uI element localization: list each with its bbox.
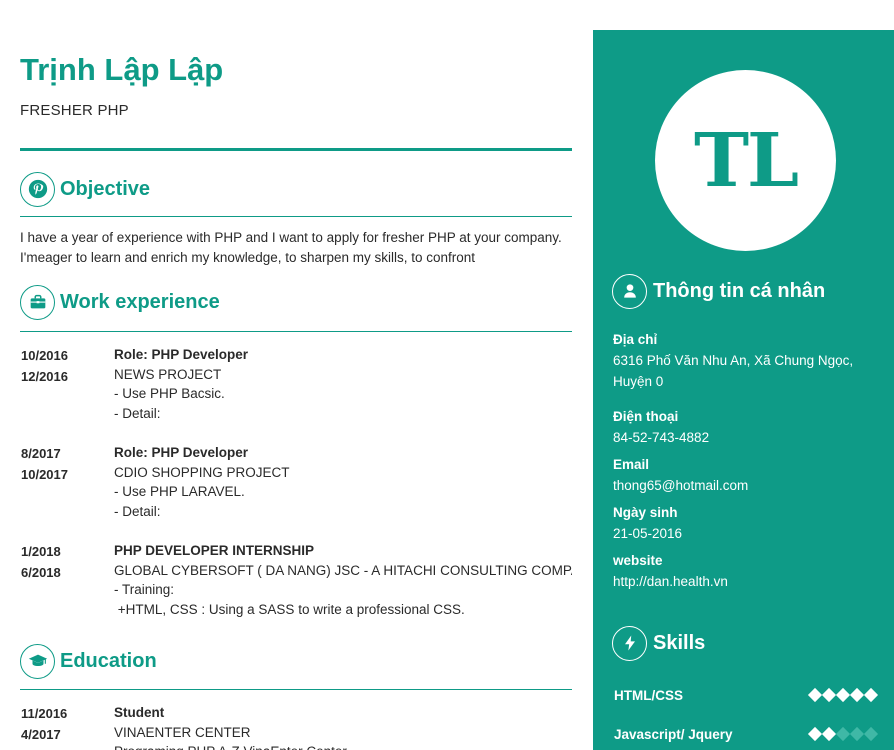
- address-block: Địa chỉ 6316 Phố Văn Nhu An, Xã Chung Ng…: [613, 330, 878, 392]
- entry-role: Student: [114, 705, 165, 720]
- work-title: Work experience: [60, 290, 220, 313]
- main-column: Trịnh Lập Lập FRESHER PHP Objective I ha…: [20, 0, 572, 750]
- education-entry-details: Student VINAENTER CENTER Programing PHP …: [114, 703, 572, 750]
- work-heading: Work experience: [20, 284, 220, 320]
- personal-info-title: Thông tin cá nhân: [653, 279, 826, 302]
- birthday-value: 21-05-2016: [613, 526, 683, 541]
- end-date: 10/2017: [21, 467, 68, 482]
- sidebar: TL Thông tin cá nhân Địa chỉ 6316 Phố Vă…: [593, 30, 894, 750]
- entry-school: VINAENTER CENTER: [114, 724, 251, 740]
- skill-row: Javascript/ Jquery: [614, 724, 879, 744]
- work-entry: 10/2016 12/2016 Role: PHP Developer NEWS…: [20, 345, 572, 429]
- graduation-cap-icon: [20, 643, 55, 679]
- skill-diamond-empty: [849, 726, 865, 742]
- pinterest-icon: [20, 171, 55, 207]
- skill-diamond-filled: [863, 687, 879, 703]
- entry-role: Role: PHP Developer: [114, 347, 249, 362]
- start-date: 11/2016: [21, 706, 68, 721]
- phone-label: Điện thoại: [613, 409, 679, 424]
- education-title: Education: [60, 649, 157, 672]
- entry-line: Programing PHP A-Z VinaEnter Center: [114, 742, 572, 750]
- email-value: thong65@hotmail.com: [613, 478, 749, 493]
- objective-heading: Objective: [20, 171, 150, 207]
- email-block: Email thong65@hotmail.com: [613, 455, 878, 496]
- skill-diamond-filled: [807, 687, 823, 703]
- start-date: 1/2018: [21, 544, 61, 559]
- skill-level: [807, 726, 879, 742]
- avatar-initials: TL: [693, 117, 799, 204]
- skill-name: Javascript/ Jquery: [614, 726, 733, 742]
- entry-line: - Use PHP LARAVEL.: [114, 484, 245, 499]
- entry-role: Role: PHP Developer: [114, 445, 249, 460]
- entry-line: - Detail:: [114, 405, 161, 421]
- skills-heading: Skills: [612, 625, 705, 661]
- work-entry-details: Role: PHP Developer CDIO SHOPPING PROJEC…: [114, 443, 572, 521]
- entry-role: PHP DEVELOPER INTERNSHIP: [114, 543, 315, 558]
- education-divider: [20, 689, 572, 690]
- phone-value: 84-52-743-4882: [613, 430, 710, 445]
- candidate-name: Trịnh Lập Lập: [20, 52, 224, 87]
- work-entry: 1/2018 6/2018 PHP DEVELOPER INTERNSHIP G…: [20, 541, 572, 625]
- entry-line: +HTML, CSS : Using a SASS to write a pro…: [114, 601, 465, 617]
- lightning-icon: [612, 625, 647, 661]
- work-entry-details: PHP DEVELOPER INTERNSHIP GLOBAL CYBERSOF…: [114, 541, 572, 619]
- skill-diamond-filled: [821, 726, 837, 742]
- address-line: Huyện 0: [613, 374, 664, 389]
- work-entry-details: Role: PHP Developer NEWS PROJECT - Use P…: [114, 345, 572, 423]
- objective-text: I have a year of experience with PHP and…: [20, 230, 562, 265]
- skill-row: HTML/CSS: [614, 685, 879, 705]
- address-line: 6316 Phố Văn Nhu An, Xã Chung Ngọc,: [613, 353, 854, 368]
- candidate-position: FRESHER PHP: [20, 102, 129, 119]
- end-date: 6/2018: [21, 565, 61, 580]
- birthday-block: Ngày sinh 21-05-2016: [613, 503, 878, 544]
- start-date: 8/2017: [21, 446, 61, 461]
- entry-line: - Detail:: [114, 503, 161, 519]
- skill-diamond-empty: [835, 726, 851, 742]
- avatar: TL: [655, 70, 836, 251]
- skill-diamond-filled: [849, 687, 865, 703]
- entry-company: CDIO SHOPPING PROJECT: [114, 464, 290, 480]
- entry-line: - Training:: [114, 582, 175, 597]
- skill-level: [807, 687, 879, 703]
- email-label: Email: [613, 457, 650, 472]
- work-entry-dates: 10/2016 12/2016: [21, 345, 101, 387]
- skills-title: Skills: [653, 631, 706, 654]
- work-entry-dates: 8/2017 10/2017: [21, 443, 101, 485]
- education-entry-dates: 11/2016 4/2017: [21, 703, 101, 745]
- phone-block: Điện thoại 84-52-743-4882: [613, 407, 878, 448]
- briefcase-icon: [20, 284, 55, 320]
- entry-company: GLOBAL CYBERSOFT ( DA NANG) JSC - A HITA…: [114, 562, 572, 578]
- skill-name: HTML/CSS: [614, 687, 683, 703]
- entry-line: - Use PHP Bacsic.: [114, 386, 225, 401]
- website-block: website http://dan.health.vn: [613, 551, 878, 592]
- work-entry: 8/2017 10/2017 Role: PHP Developer CDIO …: [20, 443, 572, 527]
- education-entry: 11/2016 4/2017 Student VINAENTER CENTER …: [20, 703, 572, 750]
- skill-diamond-filled: [835, 687, 851, 703]
- education-heading: Education: [20, 643, 157, 679]
- header-divider: [20, 148, 572, 151]
- end-date: 12/2016: [21, 369, 68, 384]
- skill-diamond-filled: [821, 687, 837, 703]
- entry-company: NEWS PROJECT: [114, 366, 222, 382]
- birthday-label: Ngày sinh: [613, 505, 678, 520]
- skill-diamond-empty: [863, 726, 879, 742]
- website-link[interactable]: http://dan.health.vn: [613, 571, 878, 592]
- objective-title: Objective: [60, 177, 151, 200]
- work-entry-dates: 1/2018 6/2018: [21, 541, 101, 583]
- objective-divider: [20, 216, 572, 217]
- user-icon: [612, 273, 647, 309]
- start-date: 10/2016: [21, 348, 68, 363]
- work-divider: [20, 331, 572, 332]
- website-label: website: [613, 553, 663, 568]
- end-date: 4/2017: [21, 727, 61, 742]
- personal-info-heading: Thông tin cá nhân: [612, 273, 825, 309]
- skill-diamond-filled: [807, 726, 823, 742]
- address-label: Địa chỉ: [613, 332, 658, 347]
